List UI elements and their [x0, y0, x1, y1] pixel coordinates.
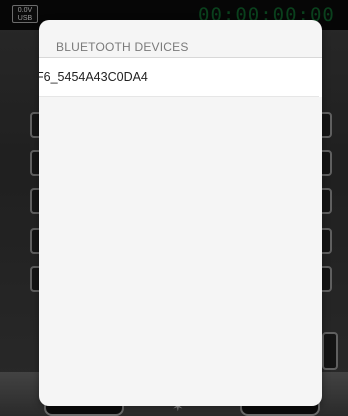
dialog-title: BLUETOOTH DEVICES	[56, 40, 189, 54]
bluetooth-devices-dialog: BLUETOOTH DEVICES F6_5454A43C0DA4	[39, 20, 322, 406]
device-list: F6_5454A43C0DA4	[39, 58, 322, 97]
device-list-item[interactable]: F6_5454A43C0DA4	[39, 58, 319, 97]
dialog-header: BLUETOOTH DEVICES	[39, 20, 322, 58]
